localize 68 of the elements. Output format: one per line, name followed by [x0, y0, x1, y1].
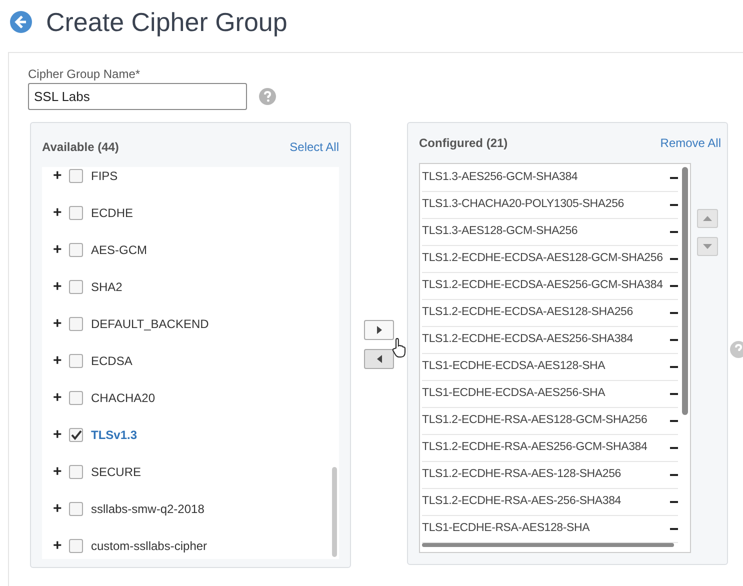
- cipher-name[interactable]: TLS1.2-ECDHE-RSA-AES-128-SHA256: [422, 466, 621, 484]
- cipher-name[interactable]: TLS1.3-CHACHA20-POLY1305-SHA256: [422, 196, 624, 214]
- checkbox[interactable]: [69, 428, 83, 442]
- cipher-group-label: SHA2: [91, 278, 122, 296]
- expand-toggle[interactable]: +: [53, 427, 61, 442]
- expand-toggle[interactable]: +: [53, 279, 61, 294]
- cipher-name[interactable]: TLS1-ECDHE-RSA-AES128-SHA: [422, 520, 590, 538]
- panel-title: Available (44): [42, 138, 119, 156]
- cipher-group-label: SECURE: [91, 464, 142, 480]
- cipher-name[interactable]: TLS1.2-ECDHE-ECDSA-AES256-GCM-SHA384: [422, 277, 663, 295]
- move-down-button[interactable]: [697, 237, 718, 256]
- cipher-name[interactable]: TLS1.3-AES128-GCM-SHA256: [422, 223, 578, 241]
- expand-toggle[interactable]: +: [53, 316, 61, 331]
- name-input-field[interactable]: SSL Labs: [28, 83, 247, 110]
- move-up-button[interactable]: [697, 209, 718, 228]
- cipher-name[interactable]: TLS1-ECDHE-ECDSA-AES128-SHA: [422, 358, 606, 376]
- right-caret-icon: [376, 326, 382, 334]
- expand-toggle[interactable]: +: [53, 390, 61, 405]
- checkbox[interactable]: [69, 390, 83, 404]
- cipher-group-label: ECDSA: [91, 352, 132, 370]
- checkbox[interactable]: [69, 168, 83, 182]
- expand-toggle[interactable]: +: [53, 353, 61, 368]
- checkbox[interactable]: [69, 464, 83, 478]
- expand-toggle[interactable]: +: [53, 464, 61, 479]
- checkbox[interactable]: [69, 538, 83, 552]
- left-caret-icon: [376, 355, 382, 363]
- panel-title: Configured (21): [419, 135, 508, 152]
- scrollbar-thumb[interactable]: [332, 467, 337, 557]
- cipher-name[interactable]: TLS1.3-AES256-GCM-SHA384: [422, 169, 578, 187]
- horizontal-scrollbar-thumb[interactable]: [422, 543, 674, 547]
- add-button[interactable]: [364, 320, 394, 340]
- up-caret-icon: [703, 216, 712, 221]
- expand-toggle[interactable]: +: [53, 538, 61, 553]
- expand-toggle[interactable]: +: [53, 501, 61, 516]
- checkbox[interactable]: [69, 242, 83, 256]
- checkbox[interactable]: [69, 316, 83, 330]
- cipher-group-label: TLSv1.3: [91, 426, 138, 444]
- cipher-name[interactable]: TLS1.2-ECDHE-RSA-AES256-GCM-SHA384: [422, 439, 648, 457]
- scrollbar-thumb[interactable]: [682, 167, 688, 415]
- expand-toggle[interactable]: +: [53, 242, 61, 257]
- remove-button[interactable]: [364, 349, 394, 369]
- field-label: Cipher Group Name*: [28, 66, 142, 83]
- cipher-group-label: ECDHE: [91, 204, 134, 222]
- cipher-group-label: FIPS: [91, 168, 118, 184]
- cipher-name[interactable]: TLS1.2-ECDHE-ECDSA-AES128-GCM-SHA256: [422, 250, 663, 268]
- cipher-name[interactable]: TLS1.2-ECDHE-ECDSA-AES128-SHA256: [422, 304, 633, 322]
- checkbox[interactable]: [69, 280, 83, 294]
- cipher-group-label: DEFAULT_BACKEND: [91, 316, 209, 332]
- expand-toggle[interactable]: +: [53, 168, 61, 183]
- checkbox[interactable]: [69, 502, 83, 516]
- remove-all-link[interactable]: Remove All: [660, 134, 721, 152]
- checkbox[interactable]: [69, 206, 83, 220]
- cipher-group-label: custom-ssllabs-cipher: [91, 538, 208, 554]
- cipher-group-label: CHACHA20: [91, 390, 156, 406]
- down-caret-icon: [703, 244, 712, 249]
- back-icon[interactable]: [10, 11, 32, 33]
- cipher-group-label: ssllabs-smw-q2-2018: [91, 500, 204, 518]
- cipher-name[interactable]: TLS1.2-ECDHE-RSA-AES128-GCM-SHA256: [422, 412, 648, 430]
- help-icon[interactable]: [730, 341, 743, 358]
- select-all-link[interactable]: Select All: [290, 138, 339, 156]
- cipher-name[interactable]: TLS1-ECDHE-ECDSA-AES256-SHA: [422, 385, 606, 403]
- expand-toggle[interactable]: +: [53, 205, 61, 220]
- page-title: Create Cipher Group: [46, 6, 288, 38]
- help-icon[interactable]: [259, 88, 276, 105]
- cipher-name[interactable]: TLS1.2-ECDHE-RSA-AES-256-SHA384: [422, 493, 621, 511]
- cipher-name[interactable]: TLS1.2-ECDHE-ECDSA-AES256-SHA384: [422, 331, 633, 349]
- cipher-group-label: AES-GCM: [91, 242, 148, 258]
- checkbox[interactable]: [69, 354, 83, 368]
